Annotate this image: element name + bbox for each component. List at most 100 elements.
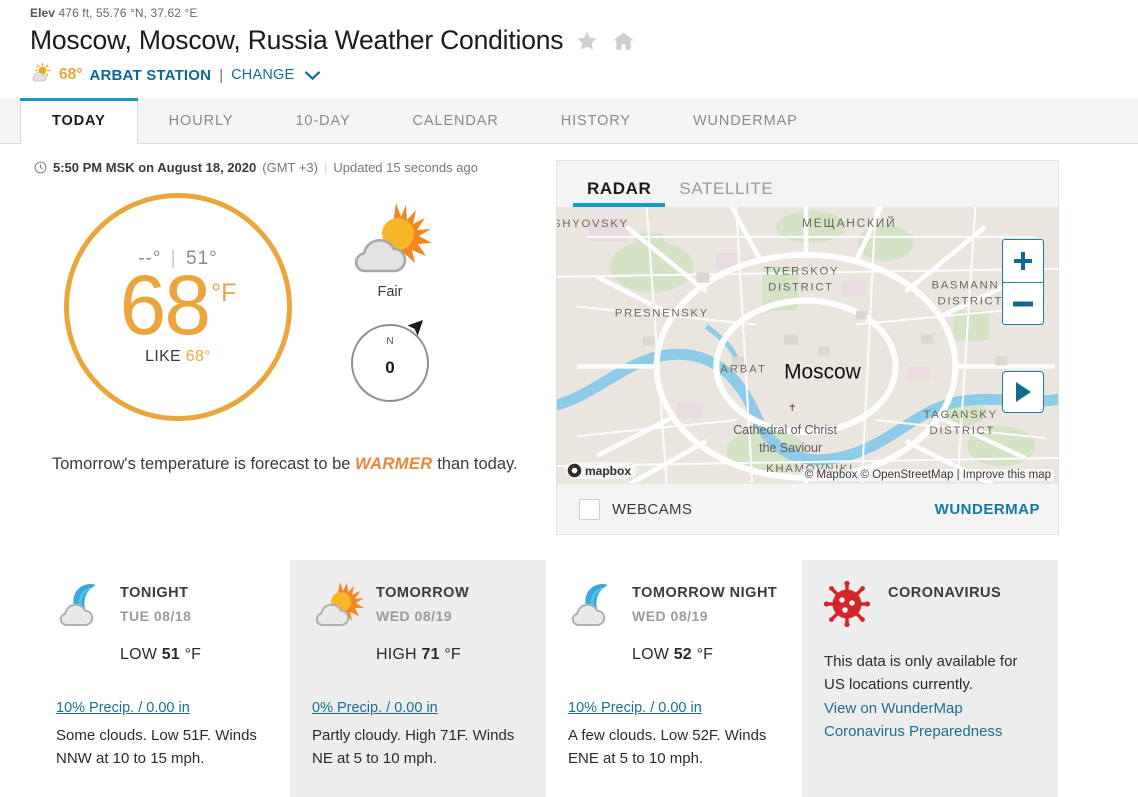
card-title-block: TONIGHT TUE 08/18 — [120, 584, 191, 624]
card-date: WED 08/19 — [632, 608, 709, 625]
change-station-button[interactable]: CHANGE — [231, 67, 294, 83]
trend-suffix: than today. — [437, 455, 518, 474]
svg-text:TVERSKOY: TVERSKOY — [764, 266, 839, 278]
temperature-dial: --° | 51° 68 °F LIKE 68° — [64, 193, 292, 422]
tab-10-day[interactable]: 10-DAY — [264, 98, 381, 143]
weather-page: Elev 476 ft, 55.76 °N, 37.62 °E Moscow, … — [0, 0, 1138, 797]
elevation-label: Elev — [30, 6, 56, 20]
card-description: Some clouds. Low 51F. Winds NNW at 10 to… — [56, 727, 257, 768]
view-on-wundermap-link[interactable]: View on WunderMap — [824, 697, 1036, 720]
map-attribution[interactable]: © Mapbox © OpenStreetMap | Improve this … — [801, 469, 1054, 482]
feels-like-label: LIKE — [145, 348, 182, 366]
moon-cloud-icon — [568, 581, 620, 634]
forecast-card-tomorrow-night[interactable]: TOMORROW NIGHT WED 08/19 LOW 52 °F 10% P… — [546, 560, 802, 797]
star-icon[interactable] — [575, 29, 599, 53]
partly-sunny-icon — [30, 62, 52, 87]
card-temp-value: 52 — [673, 646, 692, 663]
wind-compass: N 0 — [351, 320, 429, 403]
home-icon[interactable] — [611, 29, 636, 53]
webcams-checkbox[interactable] — [579, 498, 600, 520]
wind-direction-label: N — [386, 336, 394, 348]
svg-text:SHYOVSKY: SHYOVSKY — [557, 218, 629, 230]
minus-icon[interactable] — [1003, 282, 1043, 324]
station-temp: 68° — [59, 66, 83, 84]
svg-text:DISTRICT: DISTRICT — [937, 296, 1003, 308]
map-column: RADAR SATELLITE SHYOVSKY МЕЩАНСКИЙ TVERS… — [556, 160, 1138, 536]
map-tab-bar: RADAR SATELLITE — [557, 161, 1058, 208]
map-tiles: SHYOVSKY МЕЩАНСКИЙ TVERSKOY DISTRICT BAS… — [557, 207, 1058, 484]
card-temp-label: LOW — [632, 646, 670, 663]
mapbox-logo[interactable]: mapbox — [565, 462, 638, 480]
card-title: TOMORROW — [376, 585, 470, 601]
wundermap-link[interactable]: WUNDERMAP — [935, 501, 1040, 518]
tab-wundermap[interactable]: WUNDERMAP — [662, 98, 829, 143]
card-title: TOMORROW NIGHT — [632, 585, 778, 601]
condition-column: Fair N 0 — [346, 193, 434, 403]
wind-speed-value: 0 — [385, 358, 395, 378]
virus-icon — [823, 580, 876, 632]
card-temp-value: 51 — [161, 646, 180, 663]
card-temperature: LOW 52 °F — [632, 646, 780, 664]
plus-icon[interactable] — [1003, 240, 1043, 282]
clock-icon — [34, 161, 47, 174]
station-name[interactable]: ARBAT STATION — [89, 67, 211, 84]
svg-text:Moscow: Moscow — [784, 360, 862, 383]
card-precip-link[interactable]: 10% Precip. / 0.00 in — [56, 700, 268, 716]
card-temperature: HIGH 71 °F — [376, 646, 524, 664]
card-description: Partly cloudy. High 71F. Winds NE at 5 t… — [312, 727, 515, 768]
main-content: 5:50 PM MSK on August 18, 2020 (GMT +3) … — [0, 144, 1138, 536]
tab-hourly[interactable]: HOURLY — [138, 98, 265, 143]
sun-cloud-icon — [312, 581, 364, 634]
map-canvas[interactable]: SHYOVSKY МЕЩАНСКИЙ TVERSKOY DISTRICT BAS… — [557, 207, 1058, 485]
card-title: CORONAVIRUS — [888, 585, 1002, 601]
card-title-block: TOMORROW NIGHT WED 08/19 — [632, 584, 777, 624]
svg-text:DISTRICT: DISTRICT — [930, 425, 995, 437]
observation-updated: Updated 15 seconds ago — [333, 160, 478, 176]
card-temp-value: 71 — [421, 646, 440, 663]
moon-cloud-icon — [56, 581, 108, 634]
elevation-line: Elev 476 ft, 55.76 °N, 37.62 °E — [30, 6, 1138, 20]
svg-text:✝: ✝ — [788, 403, 796, 414]
forecast-card-tonight[interactable]: TONIGHT TUE 08/18 LOW 51 °F 10% Precip. … — [34, 560, 290, 797]
elevation-value: 476 ft, 55.76 °N, 37.62 °E — [58, 6, 198, 20]
tab-history[interactable]: HISTORY — [530, 98, 662, 143]
svg-text:TAGANSKY: TAGANSKY — [924, 409, 998, 421]
webcams-toggle[interactable]: WEBCAMS — [579, 498, 692, 520]
current-observation: --° | 51° 68 °F LIKE 68° Fair N 0 — [34, 181, 556, 422]
card-precip-link[interactable]: 0% Precip. / 0.00 in — [312, 700, 524, 716]
card-header: CORONAVIRUS — [823, 580, 1036, 632]
current-temperature: 68 °F — [119, 258, 237, 353]
observation-divider: | — [324, 160, 328, 176]
title-row: Moscow, Moscow, Russia Weather Condition… — [30, 25, 1138, 55]
temperature-trend: Tomorrow's temperature is forecast to be… — [52, 455, 556, 474]
card-temp-unit: °F — [444, 646, 461, 663]
map-tab-radar[interactable]: RADAR — [573, 179, 666, 208]
coronavirus-body: This data is only available for US locat… — [824, 653, 1018, 694]
observation-time: 5:50 PM MSK on August 18, 2020 (GMT +3) … — [34, 160, 556, 175]
tab-calendar[interactable]: CALENDAR — [382, 98, 530, 143]
map-footer: WEBCAMS WUNDERMAP — [557, 484, 1058, 535]
card-precip-link[interactable]: 10% Precip. / 0.00 in — [568, 700, 780, 716]
svg-text:Cathedral of Christ: Cathedral of Christ — [733, 423, 837, 437]
card-temperature: LOW 51 °F — [120, 646, 268, 664]
temperature-unit: °F — [211, 279, 237, 308]
tab-today[interactable]: TODAY — [20, 98, 138, 145]
current-temperature-value: 68 — [119, 258, 211, 353]
card-header: TONIGHT TUE 08/18 — [56, 584, 268, 634]
station-row: 68° ARBAT STATION | CHANGE — [30, 62, 1138, 87]
condition-label: Fair — [377, 284, 403, 301]
card-temp-label: HIGH — [376, 646, 417, 663]
card-date: TUE 08/18 — [120, 608, 192, 625]
partly-sunny-icon — [346, 201, 434, 282]
coronavirus-card[interactable]: CORONAVIRUS This data is only available … — [802, 560, 1058, 797]
coronavirus-preparedness-link[interactable]: Coronavirus Preparedness — [824, 720, 1036, 743]
play-icon[interactable] — [1002, 371, 1044, 414]
chevron-down-icon[interactable] — [304, 70, 321, 81]
map-tab-satellite[interactable]: SATELLITE — [665, 179, 787, 207]
svg-text:BASMANN: BASMANN — [931, 280, 999, 292]
station-separator: | — [219, 66, 224, 84]
page-header: Elev 476 ft, 55.76 °N, 37.62 °E Moscow, … — [0, 0, 1138, 87]
feels-like-value: 68° — [185, 348, 211, 366]
forecast-card-tomorrow[interactable]: TOMORROW WED 08/19 HIGH 71 °F 0% Precip.… — [290, 560, 546, 797]
card-title: TONIGHT — [120, 585, 189, 601]
